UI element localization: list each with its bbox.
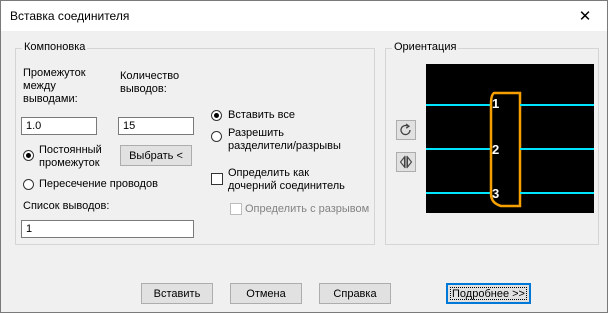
focus-indicator: [450, 287, 527, 300]
insert-connector-dialog: Вставка соединителя ✕ Компоновка Промежу…: [0, 0, 608, 313]
pin-count-label: Количество выводов:: [120, 70, 180, 95]
orientation-preview: 1 2 3: [426, 64, 594, 213]
close-icon: ✕: [578, 8, 592, 25]
rotate-icon: [400, 123, 411, 136]
pin-label-1: 1: [492, 96, 499, 111]
flip-button[interactable]: [396, 152, 416, 172]
pin-label-3: 3: [492, 186, 499, 201]
pin-list-label: Список выводов:: [23, 200, 110, 212]
details-button[interactable]: Подробнее >>: [446, 283, 531, 304]
define-break-checkbox[interactable]: [230, 203, 242, 215]
pin-count-input[interactable]: 15: [118, 117, 194, 135]
allow-breaks-radio[interactable]: [211, 131, 222, 142]
help-button[interactable]: Справка: [319, 283, 391, 304]
wire-crossing-label: Пересечение проводов: [39, 178, 158, 190]
insert-all-radio[interactable]: [211, 110, 222, 121]
pick-button[interactable]: Выбрать <: [120, 145, 192, 166]
orientation-group-title: Ориентация: [392, 41, 459, 53]
allow-breaks-label: Разрешить разделители/разрывы: [228, 127, 341, 152]
pin-spacing-input[interactable]: 1.0: [21, 117, 97, 135]
title-bar: Вставка соединителя ✕: [1, 1, 607, 31]
child-connector-label: Определить как дочерний соединитель: [228, 167, 345, 192]
insert-all-label: Вставить все: [228, 109, 296, 121]
define-break-label: Определить с разрывом: [245, 203, 370, 215]
insert-button[interactable]: Вставить: [141, 283, 213, 304]
flip-icon: [399, 155, 413, 169]
child-connector-checkbox[interactable]: [211, 173, 223, 185]
window-title: Вставка соединителя: [10, 9, 130, 23]
close-button[interactable]: ✕: [563, 1, 607, 31]
fixed-spacing-radio[interactable]: [23, 150, 34, 161]
pin-spacing-label: Промежуток между выводами:: [23, 67, 86, 105]
layout-group-title: Компоновка: [22, 41, 88, 53]
connector-preview-drawing: 1 2 3: [426, 91, 594, 208]
rotate-button[interactable]: [396, 120, 416, 140]
pin-label-2: 2: [492, 142, 499, 157]
cancel-button[interactable]: Отмена: [230, 283, 302, 304]
fixed-spacing-label: Постоянный промежуток: [39, 144, 102, 169]
pin-list-input[interactable]: 1: [21, 220, 194, 238]
wire-crossing-radio[interactable]: [23, 179, 34, 190]
